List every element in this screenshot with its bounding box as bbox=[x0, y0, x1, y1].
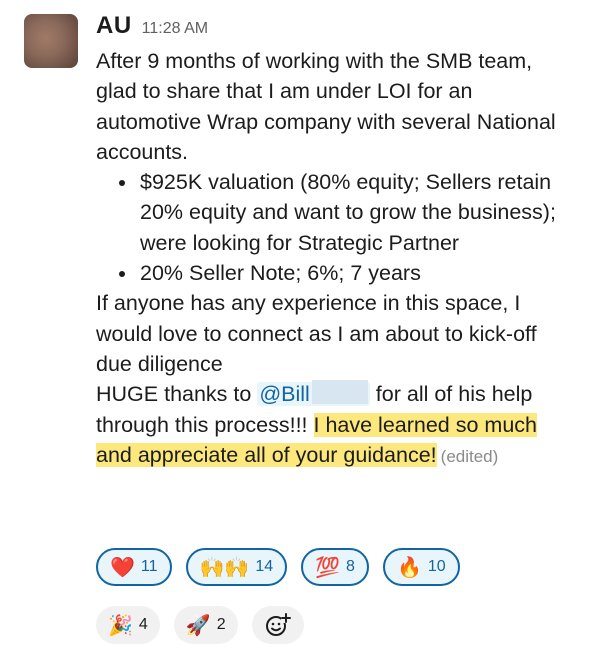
message-paragraph: After 9 months of working with the SMB t… bbox=[96, 49, 556, 164]
message-paragraph: If anyone has any experience in this spa… bbox=[96, 291, 537, 376]
author-name[interactable]: AU bbox=[96, 12, 132, 40]
user-mention[interactable]: @Bill bbox=[257, 380, 370, 407]
bullet-list: $925K valuation (80% equity; Sellers ret… bbox=[96, 167, 576, 288]
message-body: After 9 months of working with the SMB t… bbox=[96, 46, 576, 472]
add-reaction-button[interactable] bbox=[251, 606, 304, 644]
reactions-row: ❤️ 11 🙌🙌 14 💯 8 🔥 10 bbox=[96, 548, 460, 586]
bullet-item: $925K valuation (80% equity; Sellers ret… bbox=[138, 167, 576, 258]
reaction-count: 4 bbox=[138, 616, 148, 633]
reaction-fire[interactable]: 🔥 10 bbox=[382, 548, 460, 586]
party-popper-icon: 🎉 bbox=[108, 613, 133, 637]
reaction-count: 2 bbox=[216, 616, 226, 633]
reaction-count: 14 bbox=[255, 558, 274, 575]
reaction-party-popper[interactable]: 🎉 4 bbox=[96, 606, 160, 644]
thanks-text: HUGE thanks to bbox=[96, 382, 258, 407]
message: AU 11:28 AM After 9 months of working wi… bbox=[96, 12, 576, 472]
raised-hands-icon: 🙌🙌 bbox=[199, 555, 250, 579]
bullet-item: 20% Seller Note; 6%; 7 years bbox=[138, 258, 576, 288]
avatar[interactable] bbox=[24, 14, 78, 68]
reaction-rocket[interactable]: 🚀 2 bbox=[173, 606, 238, 644]
reaction-count: 8 bbox=[346, 558, 355, 575]
hundred-icon: 💯 bbox=[315, 555, 341, 579]
add-reaction-icon bbox=[265, 613, 291, 636]
redacted-name bbox=[311, 380, 368, 405]
reaction-heart[interactable]: ❤️ 11 bbox=[96, 548, 172, 586]
reaction-hundred[interactable]: 💯 8 bbox=[301, 548, 369, 586]
heart-icon: ❤️ bbox=[110, 555, 135, 579]
message-header: AU 11:28 AM bbox=[96, 12, 576, 46]
timestamp[interactable]: 11:28 AM bbox=[142, 20, 208, 38]
edited-label: (edited) bbox=[440, 446, 499, 466]
fire-icon: 🔥 bbox=[396, 555, 422, 579]
reaction-count: 11 bbox=[140, 558, 158, 575]
rocket-icon: 🚀 bbox=[185, 613, 211, 637]
reaction-raised-hands[interactable]: 🙌🙌 14 bbox=[185, 548, 288, 586]
reactions-row-2: 🎉 4 🚀 2 bbox=[96, 606, 304, 644]
reaction-count: 10 bbox=[427, 558, 446, 575]
message-paragraph: HUGE thanks to @Bill for all of his help… bbox=[96, 379, 576, 472]
